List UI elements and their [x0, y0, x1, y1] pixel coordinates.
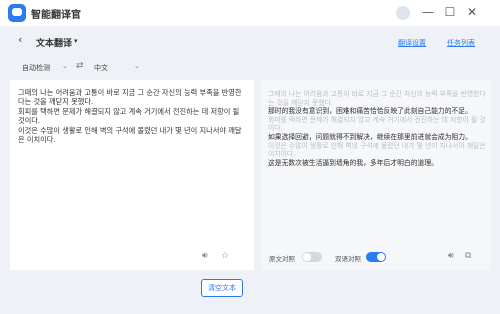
- page-title[interactable]: 文本翻译: [36, 36, 72, 49]
- copy-icon[interactable]: ⧉: [465, 251, 471, 261]
- avatar[interactable]: [396, 6, 410, 20]
- speaker-icon[interactable]: 🔊︎: [202, 251, 208, 261]
- close-button[interactable]: ✕: [462, 2, 482, 22]
- original-segment: 그때의 나는 어려움과 고통이 바로 지금 그 순간 자신의 능력 부족을 반영…: [268, 90, 486, 107]
- speaker-icon[interactable]: 🔊︎: [448, 251, 454, 261]
- app-logo-icon: [8, 4, 26, 22]
- translated-segment: 那时的我没有意识到，困难和痛苦恰恰反映了此刻自己能力的不足。: [268, 107, 472, 116]
- page-header: ‹ 文本翻译 ▾ 翻译设置 任务列表: [0, 26, 500, 58]
- compare-toggle-label: 原文对照: [269, 255, 295, 263]
- minimize-button[interactable]: —: [418, 2, 438, 22]
- translated-segment: 这是无数次被生活逼到墙角的我，多年后才明白的道理。: [268, 158, 438, 167]
- title-bar: 智能翻译官 — ☐ ✕: [0, 0, 500, 26]
- target-language-select[interactable]: 中文: [94, 63, 108, 73]
- translated-segment: 如果选择回避，问题就得不到解决，继续在那里前进就会成为阻力。: [268, 132, 472, 141]
- chevron-down-icon[interactable]: ▾: [74, 37, 78, 45]
- source-line: 그때의 나는 어려움과 고통이 바로 지금 그 순간 자신의 능력 부족을 반영…: [18, 88, 242, 107]
- task-list-link[interactable]: 任务列表: [447, 38, 475, 48]
- source-line: 이것은 수많이 생활로 인해 벽의 구석에 몰렸던 내가 몇 년이 지나서야 깨…: [18, 125, 242, 145]
- clear-text-button[interactable]: 清空文本: [201, 279, 243, 297]
- bilingual-toggle-label: 双语对照: [335, 255, 361, 263]
- source-text-input[interactable]: 그때의 나는 어려움과 고통이 바로 지금 그 순간 자신의 능력 부족을 반영…: [18, 88, 248, 144]
- source-text-panel[interactable]: 그때의 나는 어려움과 고통이 바로 지금 그 순간 자신의 능력 부족을 반영…: [10, 80, 254, 270]
- original-segment: 회피를 택하면 문제가 해결되지 않고 계속 거기에서 전진하는 데 저항이 될…: [268, 115, 486, 133]
- translation-output: 그때의 나는 어려움과 고통이 바로 지금 그 순간 자신의 능력 부족을 반영…: [268, 90, 486, 167]
- app-title: 智能翻译官: [31, 10, 81, 21]
- original-segment: 이것은 수많이 생활로 인해 벽의 구석에 몰렸던 내가 몇 년이 지나서야 깨…: [268, 141, 486, 159]
- bilingual-toggle[interactable]: [366, 252, 386, 262]
- translation-output-panel: 그때의 나는 어려움과 고통이 바로 지금 그 순간 자신의 능력 부족을 반영…: [262, 80, 490, 270]
- source-language-select[interactable]: 自动检测: [22, 63, 50, 73]
- source-line: 회피를 택하면 문제가 해결되지 않고 계속 거기에서 전진하는 데 저항이 될…: [18, 106, 240, 126]
- compare-toggle[interactable]: [302, 252, 322, 262]
- chevron-down-icon[interactable]: ⌄: [134, 62, 140, 70]
- back-icon[interactable]: ‹: [18, 33, 22, 46]
- star-icon[interactable]: ☆: [221, 251, 229, 261]
- language-bar: 自动检测 ⌄ ⇄ 中文 ⌄: [0, 58, 500, 78]
- maximize-button[interactable]: ☐: [440, 2, 460, 22]
- translation-settings-link[interactable]: 翻译设置: [398, 38, 426, 48]
- swap-languages-icon[interactable]: ⇄: [76, 61, 84, 71]
- chevron-down-icon[interactable]: ⌄: [62, 62, 68, 70]
